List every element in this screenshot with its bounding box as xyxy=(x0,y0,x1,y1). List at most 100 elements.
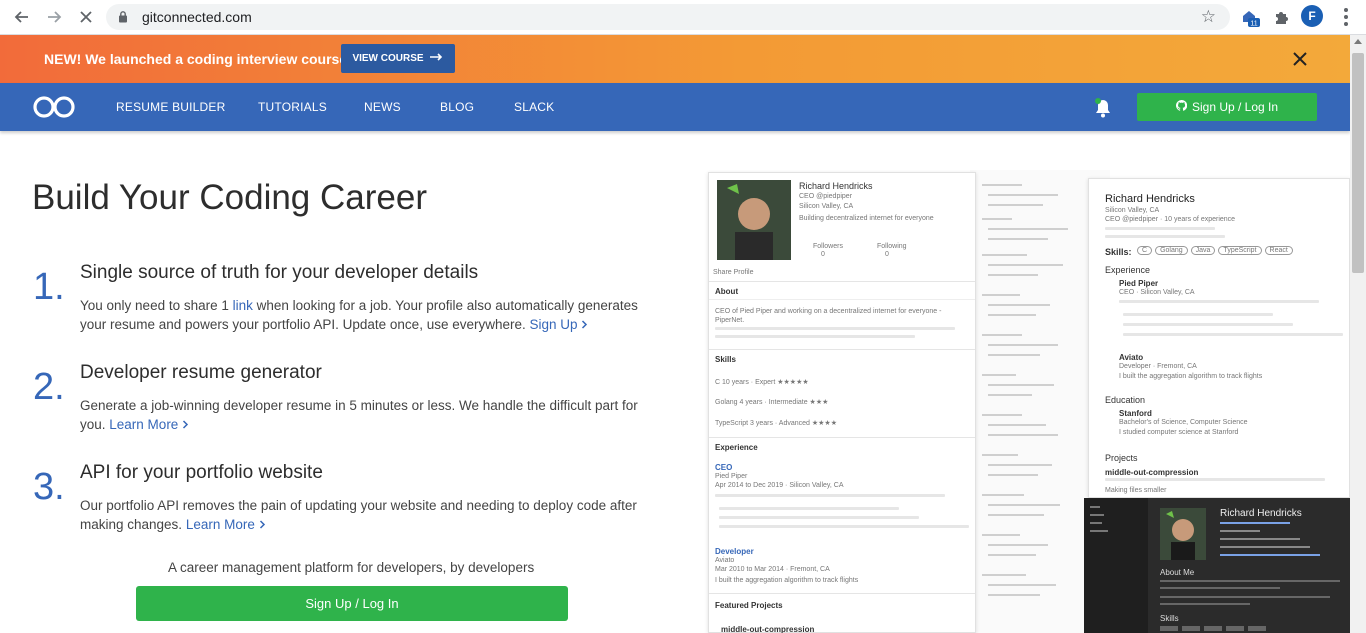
resume-experience-heading: Experience xyxy=(1105,265,1151,275)
skill-chip: TypeScript xyxy=(1218,246,1262,255)
about-text: CEO of Pied Piper and working on a decen… xyxy=(715,308,942,324)
feature-number: 3. xyxy=(33,466,65,508)
page-title: Build Your Coding Career xyxy=(32,178,427,217)
profile-name: Richard Hendricks xyxy=(799,181,873,191)
portfolio-photo xyxy=(1160,508,1206,560)
skill-item: Golang 4 years · Intermediate ★★★ xyxy=(715,399,829,406)
profile-role: CEO @piedpiper xyxy=(799,193,853,200)
feature-title: Developer resume generator xyxy=(80,362,322,383)
main-signup-button[interactable]: Sign Up / Log In xyxy=(136,586,568,621)
feature-title: Single source of truth for your develope… xyxy=(80,262,479,283)
profile-preview-card: Richard Hendricks CEO @piedpiper Silicon… xyxy=(708,172,976,633)
exp-company: Aviato xyxy=(715,557,735,564)
feature-description: Our portfolio API removes the pain of up… xyxy=(80,498,637,532)
url-text: gitconnected.com xyxy=(142,9,252,25)
exp-dates: Mar 2010 to Mar 2014 · Fremont, CA xyxy=(715,566,830,573)
promo-banner: NEW! We launched a coding interview cour… xyxy=(0,35,1350,83)
resume-edu-school: Stanford xyxy=(1119,409,1152,418)
signup-link[interactable]: Sign Up xyxy=(530,317,589,332)
portfolio-sidebar xyxy=(1084,498,1148,633)
resume-skills-heading: Skills: xyxy=(1105,247,1132,257)
arrow-right-icon xyxy=(429,53,444,64)
portfolio-skills-heading: Skills xyxy=(1160,614,1179,623)
scroll-thumb[interactable] xyxy=(1352,53,1364,273)
followers-count: 0 xyxy=(821,251,825,258)
nav-tutorials[interactable]: TUTORIALS xyxy=(258,100,327,114)
skill-item: TypeScript 3 years · Advanced ★★★★ xyxy=(715,420,837,427)
extension-badge: 11 xyxy=(1250,21,1257,28)
nav-resume-builder[interactable]: RESUME BUILDER xyxy=(116,100,226,114)
tagline: A career management platform for develop… xyxy=(168,560,535,575)
extension-icon[interactable]: 11 xyxy=(1239,6,1261,28)
skill-chip: C xyxy=(1137,246,1153,255)
resume-exp-company: Pied Piper xyxy=(1119,279,1159,288)
portfolio-skill-chips xyxy=(1160,626,1266,631)
browser-menu-icon[interactable] xyxy=(1336,6,1356,28)
forward-icon[interactable] xyxy=(42,6,66,28)
resume-exp-sub: CEO · Silicon Valley, CA xyxy=(1119,289,1195,296)
resume-education-heading: Education xyxy=(1105,395,1146,405)
experience-heading: Experience xyxy=(715,443,758,452)
resume-name: Richard Hendricks xyxy=(1105,193,1195,205)
nav-signup-label: Sign Up / Log In xyxy=(1191,100,1279,114)
resume-projects-heading: Projects xyxy=(1105,453,1138,463)
following-label: Following xyxy=(877,243,907,250)
feature-description: Generate a job-winning developer resume … xyxy=(80,398,638,432)
portfolio-name: Richard Hendricks xyxy=(1220,508,1302,519)
scroll-up-arrow-icon[interactable] xyxy=(1354,39,1362,44)
feature-number: 1. xyxy=(33,266,65,308)
exp-title: Developer xyxy=(715,547,754,556)
skill-item: C 10 years · Expert ★★★★★ xyxy=(715,379,809,386)
portfolio-about-heading: About Me xyxy=(1160,568,1195,577)
profile-photo xyxy=(717,180,791,260)
github-icon xyxy=(1175,99,1188,114)
address-bar[interactable]: gitconnected.com ☆ xyxy=(106,4,1230,30)
resume-exp-desc: I built the aggregation algorithm to tra… xyxy=(1119,373,1263,380)
nav-slack[interactable]: SLACK xyxy=(514,100,554,114)
resume-edu-desc: I studied computer science at Stanford xyxy=(1119,429,1239,436)
resume-preview-card: Richard Hendricks Silicon Valley, CA CEO… xyxy=(1088,178,1350,498)
nav-signup-button[interactable]: Sign Up / Log In xyxy=(1137,93,1317,121)
resume-headline: CEO @piedpiper · 10 years of experience xyxy=(1105,216,1236,223)
view-course-label: VIEW COURSE xyxy=(352,53,424,64)
nav-news[interactable]: NEWS xyxy=(364,100,401,114)
skill-chip: React xyxy=(1264,246,1293,255)
resume-exp-sub: Developer · Fremont, CA xyxy=(1119,363,1197,370)
back-icon[interactable] xyxy=(10,6,34,28)
profile-avatar[interactable]: F xyxy=(1301,5,1323,27)
bell-icon[interactable] xyxy=(1093,97,1113,119)
puzzle-extensions-icon[interactable] xyxy=(1270,6,1292,28)
view-course-button[interactable]: VIEW COURSE xyxy=(341,44,455,73)
about-heading: About xyxy=(715,287,739,296)
resume-project-name: middle-out-compression xyxy=(1105,468,1199,477)
skill-chip: Java xyxy=(1190,246,1216,255)
followers-label: Followers xyxy=(813,243,843,250)
learn-more-link[interactable]: Learn More xyxy=(109,417,189,432)
bookmark-star-icon[interactable]: ☆ xyxy=(1201,7,1216,27)
skills-heading: Skills xyxy=(715,355,736,364)
share-profile: Share Profile xyxy=(713,269,754,276)
exp-title: CEO xyxy=(715,463,733,472)
featured-project: middle-out-compression xyxy=(721,625,815,633)
stop-loading-icon[interactable] xyxy=(74,6,98,28)
following-count: 0 xyxy=(885,251,889,258)
skill-chip: Golang xyxy=(1155,246,1188,255)
profile-location: Silicon Valley, CA xyxy=(799,203,854,210)
gitconnected-logo[interactable] xyxy=(32,95,76,119)
exp-desc: I built the aggregation algorithm to tra… xyxy=(715,577,859,584)
close-icon[interactable] xyxy=(1291,50,1311,70)
featured-heading: Featured Projects xyxy=(715,601,783,610)
exp-company: Pied Piper xyxy=(715,473,748,480)
resume-exp-company: Aviato xyxy=(1119,353,1144,362)
feature-description: You only need to share 1 link when looki… xyxy=(80,298,638,332)
learn-more-link[interactable]: Learn More xyxy=(186,517,266,532)
lock-icon xyxy=(118,10,128,28)
resume-location: Silicon Valley, CA xyxy=(1105,207,1160,214)
product-preview-collage: Richard Hendricks CEO @piedpiper Silicon… xyxy=(700,170,1350,633)
resume-project-desc: Making files smaller xyxy=(1105,487,1167,494)
page-scrollbar[interactable] xyxy=(1350,35,1366,633)
browser-toolbar: gitconnected.com ☆ 11 F xyxy=(0,0,1366,35)
share-link[interactable]: link xyxy=(233,298,253,313)
portfolio-preview-card: Richard Hendricks About Me Skills xyxy=(1084,498,1350,633)
nav-blog[interactable]: BLOG xyxy=(440,100,474,114)
